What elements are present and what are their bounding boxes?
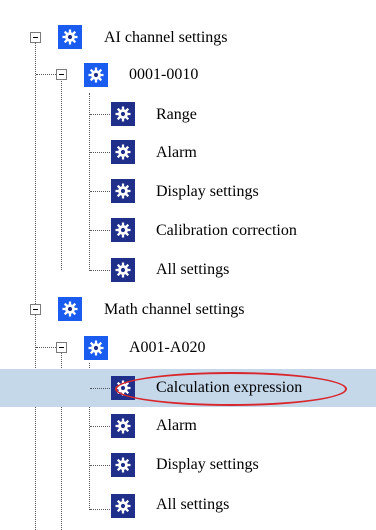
collapse-toggle[interactable] <box>30 32 41 43</box>
tree-node-0001-0010[interactable]: 0001-0010 <box>0 56 376 94</box>
tree-node-label: Display settings <box>156 183 259 200</box>
tree-node-display-settings[interactable]: Display settings <box>0 446 376 484</box>
collapse-toggle[interactable] <box>30 304 41 315</box>
gear-icon <box>111 376 135 400</box>
tree-line <box>90 270 110 271</box>
gear-icon <box>84 63 108 87</box>
tree-node-label: Display settings <box>156 456 259 473</box>
gear-icon <box>111 140 135 164</box>
tree-line <box>90 114 110 115</box>
tree-node-range[interactable]: Range <box>0 96 376 134</box>
gear-icon <box>58 25 82 49</box>
tree-node-label: All settings <box>156 496 230 513</box>
tree-node-all-settings[interactable]: All settings <box>0 251 376 289</box>
tree-line <box>90 152 110 153</box>
tree-line <box>36 74 56 75</box>
tree-node-ai-channel-settings[interactable]: AI channel settings <box>0 19 376 57</box>
gear-icon <box>111 258 135 282</box>
tree-line <box>36 347 56 348</box>
gear-icon <box>111 218 135 242</box>
tree-node-label: Calculation expression <box>156 379 303 396</box>
tree-line <box>90 388 110 389</box>
tree-line <box>90 465 110 466</box>
gear-icon <box>111 102 135 126</box>
tree-node-label: Calibration correction <box>156 222 297 239</box>
settings-tree: AI channel settings 0001-0010 Range Alar… <box>0 0 376 530</box>
collapse-toggle[interactable] <box>56 69 67 80</box>
gear-icon <box>111 494 135 518</box>
gear-icon <box>84 336 108 360</box>
tree-line <box>90 230 110 231</box>
tree-line <box>90 426 110 427</box>
tree-node-alarm[interactable]: Alarm <box>0 407 376 445</box>
tree-line <box>90 509 110 510</box>
tree-node-a001-a020[interactable]: A001-A020 <box>0 329 376 367</box>
gear-icon <box>111 414 135 438</box>
tree-node-label: Alarm <box>156 417 197 434</box>
gear-icon <box>111 453 135 477</box>
collapse-toggle[interactable] <box>56 342 67 353</box>
gear-icon <box>58 297 82 321</box>
tree-node-calibration-correction[interactable]: Calibration correction <box>0 212 376 250</box>
tree-node-label: AI channel settings <box>104 29 228 46</box>
tree-node-display-settings[interactable]: Display settings <box>0 173 376 211</box>
tree-node-label: Alarm <box>156 144 197 161</box>
tree-node-label: 0001-0010 <box>129 66 199 83</box>
tree-node-label: Range <box>156 106 197 123</box>
tree-node-label: Math channel settings <box>104 301 245 318</box>
tree-node-label: A001-A020 <box>129 339 206 356</box>
gear-icon <box>111 179 135 203</box>
tree-node-math-channel-settings[interactable]: Math channel settings <box>0 291 376 329</box>
tree-node-alarm[interactable]: Alarm <box>0 134 376 172</box>
tree-node-calculation-expression[interactable]: Calculation expression <box>0 369 376 407</box>
tree-node-label: All settings <box>156 261 230 278</box>
tree-node-all-settings[interactable]: All settings <box>0 486 376 524</box>
tree-line <box>90 191 110 192</box>
